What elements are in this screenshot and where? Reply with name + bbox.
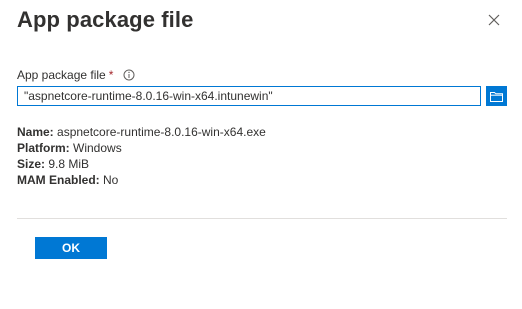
detail-platform-key: Platform:	[17, 141, 70, 155]
footer-divider	[17, 218, 507, 219]
detail-platform-value: Windows	[73, 141, 122, 155]
ok-button[interactable]: OK	[35, 237, 107, 259]
required-marker: *	[108, 68, 114, 82]
detail-mam-key: MAM Enabled:	[17, 173, 100, 187]
detail-size-key: Size:	[17, 157, 46, 171]
detail-name-row: Name: aspnetcore-runtime-8.0.16-win-x64.…	[17, 124, 266, 140]
browse-file-button[interactable]	[486, 86, 507, 106]
detail-mam-row: MAM Enabled: No	[17, 172, 266, 188]
info-icon[interactable]	[123, 69, 135, 81]
field-label-row: App package file *	[17, 67, 135, 83]
app-package-file-input[interactable]	[17, 86, 481, 106]
detail-name-key: Name:	[17, 125, 54, 139]
detail-size-row: Size: 9.8 MiB	[17, 156, 266, 172]
package-details: Name: aspnetcore-runtime-8.0.16-win-x64.…	[17, 124, 266, 188]
panel-title: App package file	[17, 7, 194, 32]
detail-mam-value: No	[103, 173, 119, 187]
detail-name-value: aspnetcore-runtime-8.0.16-win-x64.exe	[57, 125, 266, 139]
close-button[interactable]	[484, 10, 504, 30]
detail-size-value: 9.8 MiB	[48, 157, 90, 171]
field-label: App package file	[17, 68, 106, 82]
app-package-file-panel: App package file App package file * Name…	[0, 0, 522, 309]
detail-platform-row: Platform: Windows	[17, 140, 266, 156]
folder-icon	[490, 91, 503, 102]
close-icon	[488, 14, 500, 26]
